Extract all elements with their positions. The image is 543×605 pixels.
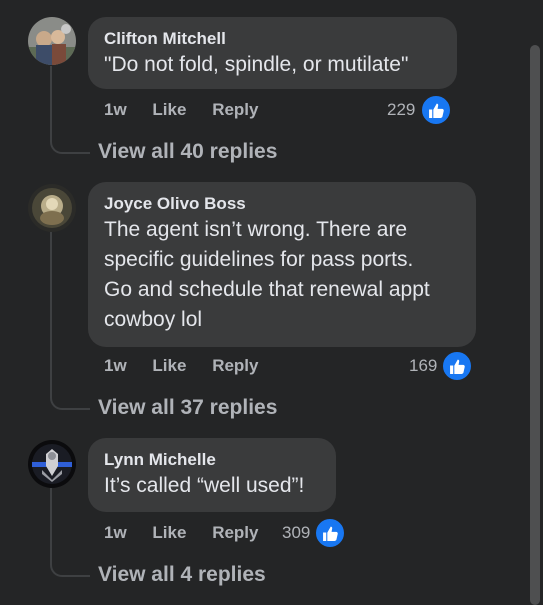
reply-button[interactable]: Reply xyxy=(212,356,258,375)
comment-bubble: Clifton Mitchell "Do not fold, spindle, … xyxy=(88,17,457,89)
reply-button[interactable]: Reply xyxy=(212,100,258,119)
scrollbar[interactable] xyxy=(527,0,543,605)
view-replies-link[interactable]: View all 40 replies xyxy=(98,138,277,166)
avatar[interactable] xyxy=(28,17,76,65)
comment-actions: 1w Like Reply xyxy=(104,522,258,544)
avatar[interactable] xyxy=(28,184,76,232)
comment-timestamp[interactable]: 1w xyxy=(104,523,127,542)
like-button[interactable]: Like xyxy=(152,523,186,542)
reaction-count[interactable]: 309 xyxy=(282,522,310,544)
comment-text: The agent isn’t wrong. There are specifi… xyxy=(104,218,430,331)
thread-line xyxy=(50,488,52,560)
reply-button[interactable]: Reply xyxy=(212,523,258,542)
comment-text: It’s called “well used”! xyxy=(104,474,305,497)
thumbs-up-icon xyxy=(420,94,452,126)
comment-actions: 1w Like Reply xyxy=(104,355,258,377)
comment-actions: 1w Like Reply xyxy=(104,99,258,121)
reaction-count[interactable]: 169 xyxy=(409,355,437,377)
comment-timestamp[interactable]: 1w xyxy=(104,356,127,375)
thread-connector xyxy=(50,553,90,577)
view-replies-link[interactable]: View all 37 replies xyxy=(98,394,277,422)
view-replies-link[interactable]: View all 4 replies xyxy=(98,561,266,589)
thumbs-up-icon xyxy=(314,517,346,549)
thumbs-up-icon xyxy=(441,350,473,382)
scrollbar-thumb[interactable] xyxy=(530,45,540,605)
comment-author[interactable]: Lynn Michelle xyxy=(104,449,320,471)
like-button[interactable]: Like xyxy=(152,100,186,119)
avatar[interactable] xyxy=(28,440,76,488)
thread-line xyxy=(50,232,52,394)
thread-line xyxy=(50,66,52,138)
comment-author[interactable]: Clifton Mitchell xyxy=(104,28,441,50)
comment-author[interactable]: Joyce Olivo Boss xyxy=(104,193,460,215)
like-button[interactable]: Like xyxy=(152,356,186,375)
thread-connector xyxy=(50,130,90,154)
comment-text: "Do not fold, spindle, or mutilate" xyxy=(104,53,409,76)
comment-timestamp[interactable]: 1w xyxy=(104,100,127,119)
comment-bubble: Joyce Olivo Boss The agent isn’t wrong. … xyxy=(88,182,476,347)
thread-connector xyxy=(50,386,90,410)
comment-bubble: Lynn Michelle It’s called “well used”! xyxy=(88,438,336,512)
reaction-count[interactable]: 229 xyxy=(387,99,415,121)
